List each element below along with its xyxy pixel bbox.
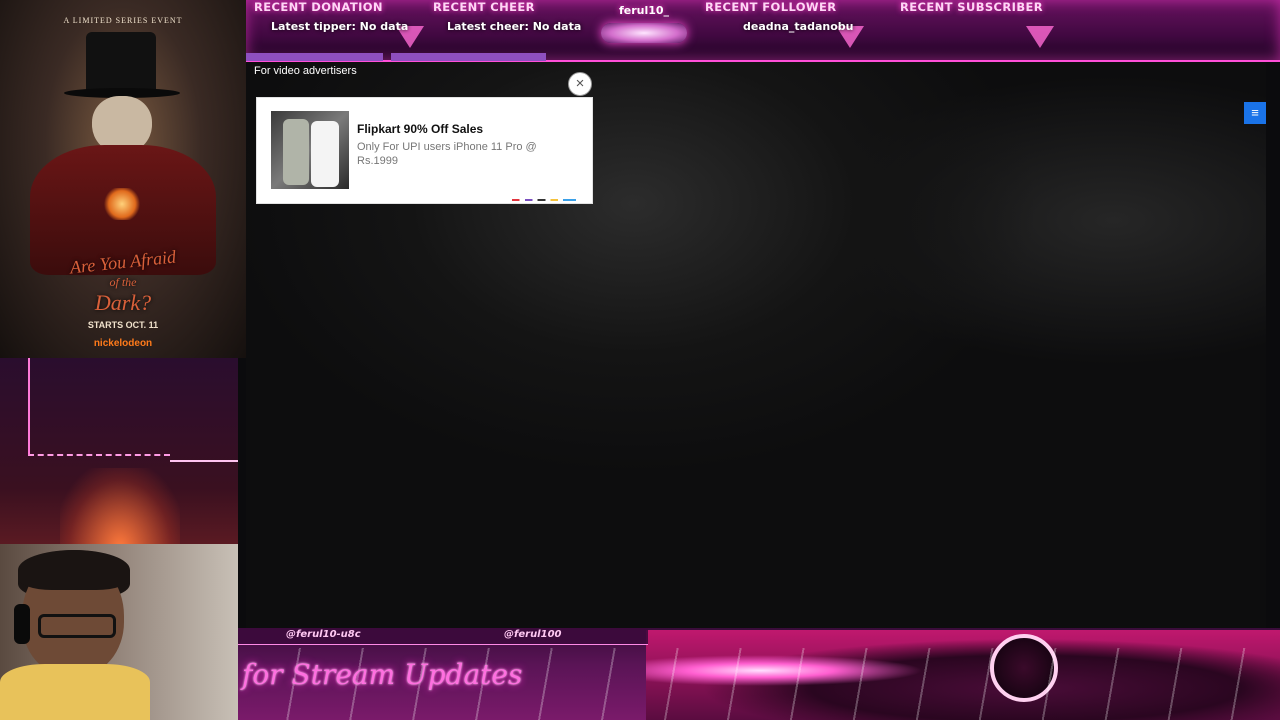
neon-decor-panel bbox=[0, 358, 238, 544]
follow-text: for Stream Updates bbox=[242, 658, 523, 691]
recent-subscriber-title: RECENT SUBSCRIBER bbox=[900, 0, 1043, 14]
overlay-progress-bar-2 bbox=[391, 53, 546, 61]
recent-follower-value: deadna_tadanobu bbox=[743, 20, 854, 33]
ad-title[interactable]: Flipkart 90% Off Sales bbox=[357, 122, 483, 136]
phone-image-2 bbox=[311, 121, 339, 187]
network-logo: nickelodeon bbox=[93, 338, 153, 349]
recent-cheer-value: Latest cheer: No data bbox=[447, 20, 582, 33]
neon-frame-graphic bbox=[28, 358, 170, 456]
headset-icon bbox=[14, 604, 30, 644]
social-handle-right: @ferul100 bbox=[504, 629, 562, 640]
poster-title: Are You Afraid of the Dark? bbox=[0, 246, 246, 316]
streamer-hair-top bbox=[18, 550, 130, 590]
top-hat-graphic bbox=[86, 32, 156, 92]
ad-menu-icon[interactable]: ≡ bbox=[1244, 102, 1266, 124]
tv-ad-poster: A LIMITED SERIES EVENT Are You Afraid of… bbox=[0, 0, 246, 358]
recent-subscriber: RECENT SUBSCRIBER bbox=[900, 0, 1043, 14]
neon-line-graphic bbox=[170, 460, 238, 462]
recent-cheer: RECENT CHEER Latest cheer: No data bbox=[433, 0, 581, 33]
overlay-progress-bar-1 bbox=[246, 53, 383, 61]
recent-follower-title: RECENT FOLLOWER bbox=[705, 0, 837, 14]
streamer-shirt bbox=[0, 664, 150, 720]
phone-image-1 bbox=[283, 119, 309, 185]
ad-label: For video advertisers bbox=[254, 65, 357, 77]
ad-brand-dots bbox=[512, 199, 576, 201]
lips-logo bbox=[601, 23, 687, 43]
poster-title-line3: Dark? bbox=[94, 290, 152, 315]
poster-start-date: STARTS OCT. 11 bbox=[87, 320, 159, 330]
ad-card[interactable]: Flipkart 90% Off Sales Only For UPI user… bbox=[256, 97, 593, 204]
recent-donation-value: Latest tipper: No data bbox=[271, 20, 409, 33]
neon-glow-graphic bbox=[60, 468, 180, 544]
recent-follower: RECENT FOLLOWER deadna_tadanobu bbox=[705, 0, 853, 33]
fire-graphic bbox=[104, 188, 140, 220]
streamer-badge: ferul10_ bbox=[598, 0, 690, 50]
recent-donation: RECENT DONATION Latest tipper: No data bbox=[254, 0, 408, 33]
streamer-name: ferul10_ bbox=[618, 4, 670, 17]
ad-body[interactable]: Only For UPI users iPhone 11 Pro @ Rs.19… bbox=[357, 140, 577, 168]
recent-cheer-title: RECENT CHEER bbox=[433, 0, 535, 14]
stream-overlay-bottom: @ferul10-u8c @ferul100 for Stream Update… bbox=[238, 628, 1280, 720]
poster-tagline: A LIMITED SERIES EVENT bbox=[63, 16, 183, 25]
ad-thumbnail[interactable] bbox=[271, 111, 349, 189]
webcam-feed bbox=[0, 544, 238, 720]
streamer-glasses bbox=[38, 614, 116, 638]
ad-close-icon[interactable]: × bbox=[568, 72, 592, 96]
social-handle-left: @ferul10-u8c bbox=[286, 629, 361, 640]
recent-donation-title: RECENT DONATION bbox=[254, 0, 383, 14]
triangle-decor-3 bbox=[1026, 26, 1054, 48]
social-handles-bar: @ferul10-u8c @ferul100 bbox=[238, 628, 648, 645]
